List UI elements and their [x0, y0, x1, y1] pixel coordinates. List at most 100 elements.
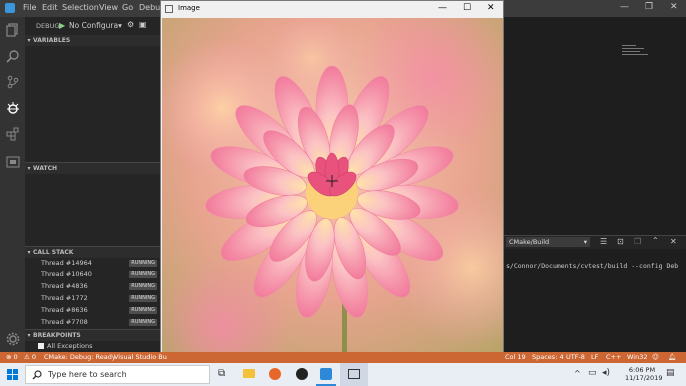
action-center-icon[interactable]: ▤ [666, 368, 675, 378]
thread-name: Thread #10640 [41, 270, 92, 278]
chevron-up-icon[interactable]: ⌃ [652, 236, 659, 245]
windows-start-icon[interactable] [7, 369, 18, 380]
thread-row[interactable]: Thread #4836 RUNNING [41, 281, 160, 292]
chevron-down-icon: ▾ [583, 238, 587, 246]
debug-toolbar: DEBUG ▶ No Configura▾ ⚙ ▣ [25, 17, 160, 35]
cursor-column[interactable]: Col 19 [505, 353, 526, 361]
settings-gear-icon[interactable] [6, 332, 20, 346]
minimap[interactable] [622, 43, 652, 57]
split-terminal-icon[interactable]: ☰ [600, 237, 607, 246]
extensions-icon[interactable] [6, 127, 20, 141]
file-explorer-icon[interactable] [243, 369, 255, 378]
thread-row[interactable]: Thread #10640 RUNNING [41, 269, 160, 280]
menu-view[interactable]: View [99, 3, 118, 12]
breakpoint-label: All Exceptions [47, 342, 93, 350]
windows-taskbar: Type here to search ⧉ ^ ▭ ◂) 6:06 PM 11/… [0, 363, 686, 386]
explorer-icon[interactable] [6, 23, 20, 37]
status-badge: RUNNING [129, 271, 157, 278]
search-placeholder: Type here to search [48, 370, 127, 379]
feedback-icon[interactable]: ☺ [652, 353, 659, 361]
terminal-panel[interactable]: CMake/Build ▾ ☰ ⊡ ❐ ⌃ ✕ s/Connor/Document… [504, 235, 686, 353]
window-app-icon [165, 5, 173, 13]
platform[interactable]: Win32 [627, 353, 647, 361]
clock-time: 6:06 PM [628, 366, 656, 374]
thread-row[interactable]: Thread #7708 RUNNING [41, 317, 160, 328]
thread-name: Thread #8636 [41, 306, 88, 314]
firefox-icon[interactable] [269, 368, 281, 380]
volume-icon[interactable]: ◂) [602, 368, 610, 378]
debug-icon[interactable] [6, 101, 20, 115]
chevron-down-icon: ▾ [27, 332, 31, 339]
taskbar-search-input[interactable]: Type here to search [25, 365, 210, 384]
thread-row[interactable]: Thread #1772 RUNNING [41, 293, 160, 304]
image-close-button[interactable]: ✕ [487, 3, 495, 13]
search-icon[interactable] [6, 49, 20, 63]
chevron-down-icon: ▾ [27, 37, 31, 44]
unity-icon[interactable] [296, 368, 308, 380]
section-call-stack[interactable]: ▾ CALL STACK [25, 246, 160, 258]
vscode-close-button[interactable]: ✕ [670, 2, 678, 12]
menu-file[interactable]: File [23, 3, 36, 12]
menu-edit[interactable]: Edit [42, 3, 58, 12]
network-icon[interactable]: ▭ [588, 368, 597, 378]
menu-go[interactable]: Go [122, 3, 133, 12]
errors-count[interactable]: ⊗ 0 [6, 353, 18, 361]
image-window[interactable]: Image — ☐ ✕ [160, 0, 504, 362]
language-mode[interactable]: C++ [606, 353, 621, 361]
section-call-stack-label: CALL STACK [33, 249, 74, 256]
clock[interactable]: 6:06 PM 11/17/2019 [625, 366, 663, 382]
search-icon [32, 370, 42, 380]
clock-date: 11/17/2019 [625, 374, 663, 382]
thread-name: Thread #4836 [41, 282, 88, 290]
status-badge: RUNNING [129, 260, 157, 267]
console-icon[interactable]: ▣ [139, 20, 147, 29]
image-maximize-button[interactable]: ☐ [463, 3, 471, 13]
cmake-kit[interactable]: Visual Studio Bu [114, 353, 167, 361]
section-breakpoints-label: BREAKPOINTS [33, 332, 81, 339]
warnings-count[interactable]: ⚠ 0 [24, 353, 36, 361]
indentation[interactable]: Spaces: 4 [532, 353, 564, 361]
tray-chevron-up-icon[interactable]: ^ [574, 369, 581, 378]
vscode-restore-button[interactable]: ❐ [645, 2, 653, 12]
debug-label: DEBUG [36, 22, 60, 30]
checkbox[interactable] [38, 343, 44, 349]
thread-row[interactable]: Thread #14964 RUNNING [41, 258, 160, 269]
image-minimize-button[interactable]: — [438, 3, 447, 13]
status-badge: RUNNING [129, 283, 157, 290]
remote-explorer-icon[interactable] [6, 155, 20, 169]
vscode-logo-icon [5, 3, 15, 13]
debug-config-select[interactable]: No Configura▾ [69, 21, 122, 30]
chevron-down-icon: ▾ [27, 165, 31, 172]
terminal-output-line: s/Connor/Documents/cvtest/build --config… [506, 262, 679, 270]
breakpoint-all-exceptions[interactable]: All Exceptions [38, 342, 93, 350]
activity-bar [0, 17, 25, 352]
section-variables-label: VARIABLES [33, 37, 71, 44]
end-of-line[interactable]: LF [591, 353, 598, 361]
vscode-minimize-button[interactable]: — [620, 2, 629, 12]
image-viewer-taskbar-button[interactable] [340, 363, 368, 386]
vscode-icon[interactable] [320, 368, 332, 380]
section-watch-label: WATCH [33, 165, 58, 172]
thread-row[interactable]: Thread #8636 RUNNING [41, 305, 160, 316]
status-bar: ⊗ 0 ⚠ 0 CMake: Debug: Ready Visual Studi… [0, 352, 686, 363]
section-variables[interactable]: ▾ VARIABLES [25, 35, 160, 46]
menu-selection[interactable]: Selection [62, 3, 99, 12]
menu-debug[interactable]: Debu [139, 3, 160, 12]
dahlia-flower-image[interactable] [162, 18, 503, 362]
notifications-bell-icon[interactable]: 🔔︎ [668, 353, 676, 361]
image-window-title: Image [178, 4, 200, 12]
section-breakpoints[interactable]: ▾ BREAKPOINTS [25, 329, 160, 341]
copy-icon[interactable]: ❐ [634, 237, 641, 246]
gear-icon[interactable]: ⚙ [127, 20, 134, 29]
start-debug-play-icon[interactable]: ▶ [59, 21, 65, 30]
image-viewer-icon [348, 369, 360, 379]
editor-area[interactable] [504, 17, 686, 235]
encoding[interactable]: UTF-8 [566, 353, 585, 361]
cmake-status[interactable]: CMake: Debug: Ready [44, 353, 116, 361]
close-panel-icon[interactable]: ✕ [670, 237, 677, 246]
source-control-icon[interactable] [6, 75, 20, 89]
task-view-icon[interactable]: ⧉ [218, 368, 225, 379]
lock-icon[interactable]: ⊡ [617, 237, 624, 246]
terminal-select[interactable]: CMake/Build ▾ [506, 237, 590, 247]
section-watch[interactable]: ▾ WATCH [25, 162, 160, 174]
